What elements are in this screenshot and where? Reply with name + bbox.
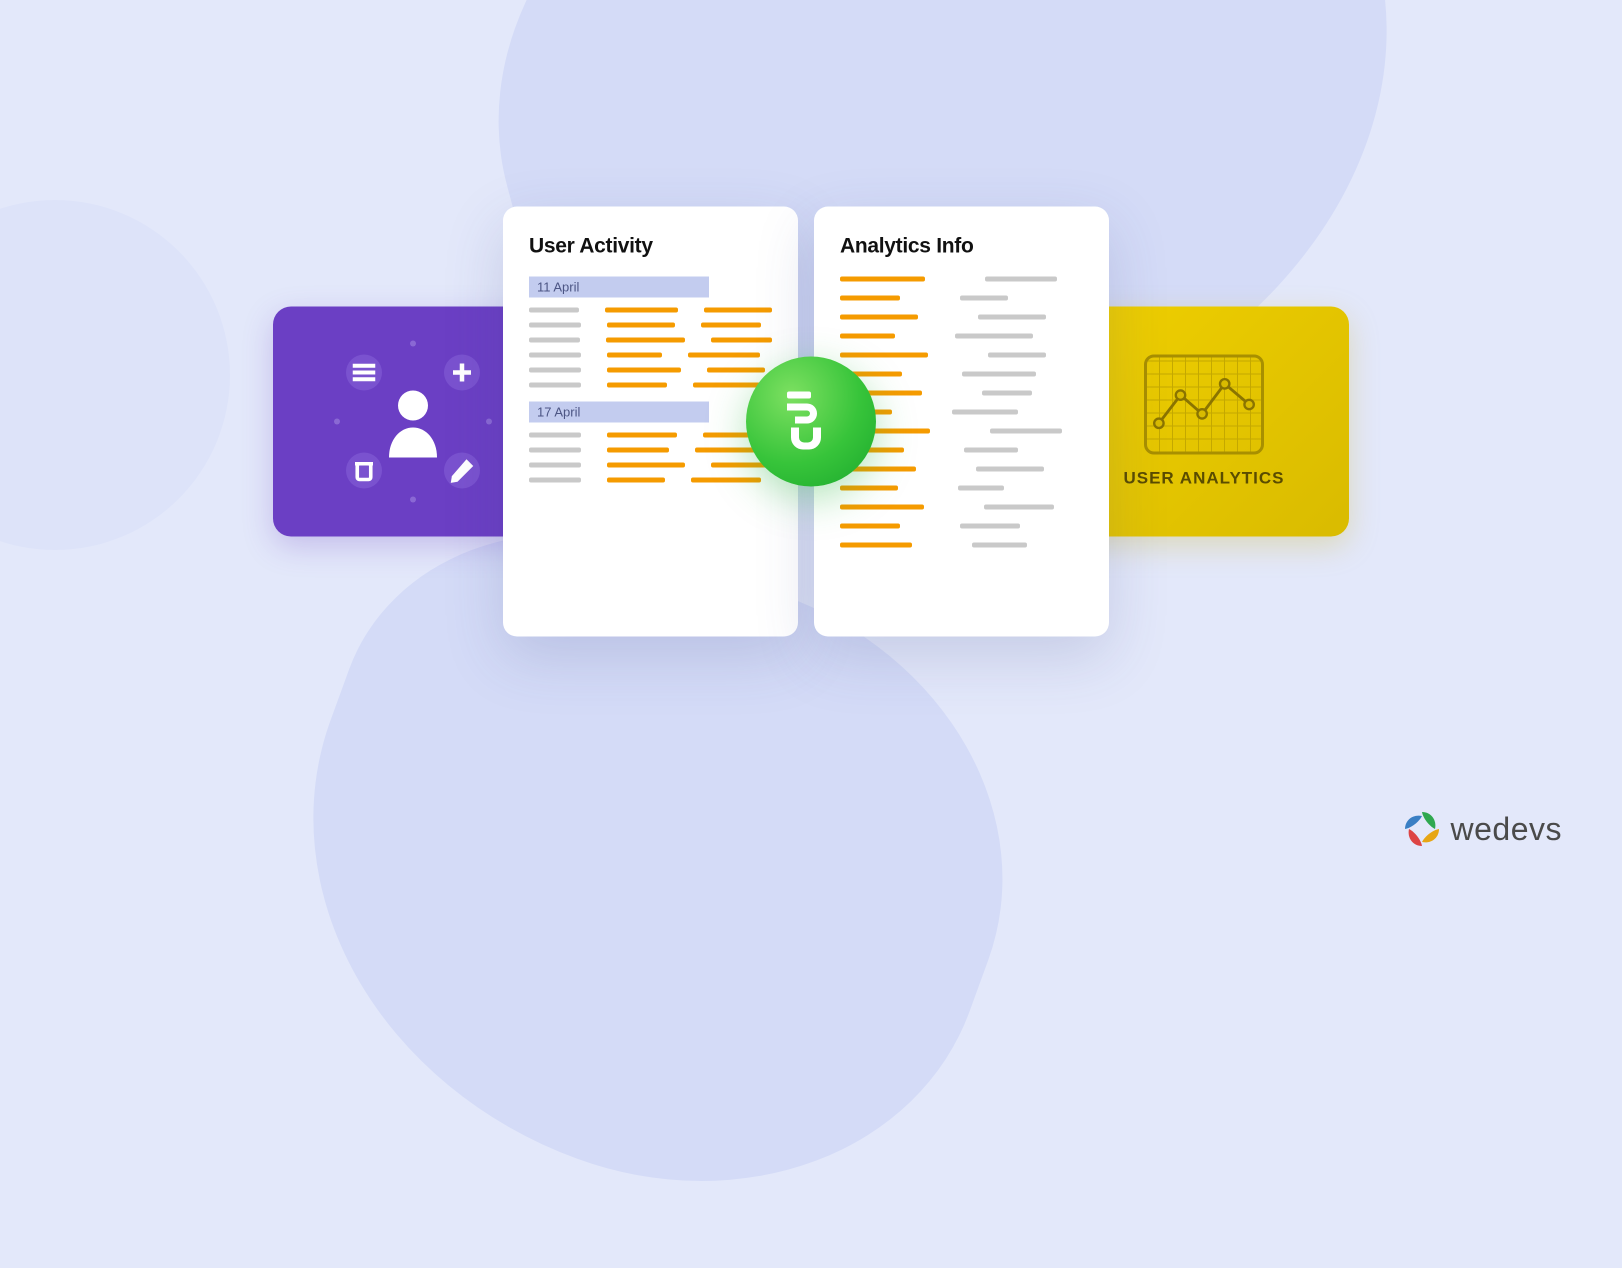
wedevs-logo: wedevs xyxy=(1401,808,1563,850)
activity-row xyxy=(529,433,772,438)
analytics-row xyxy=(840,467,1083,472)
activity-row xyxy=(529,308,772,313)
analytics-row xyxy=(840,315,1083,320)
analytics-info-title: Analytics Info xyxy=(840,235,1083,259)
analytics-row xyxy=(840,277,1083,282)
analytics-row xyxy=(840,410,1083,415)
list-icon xyxy=(346,355,382,391)
activity-row xyxy=(529,368,772,373)
analytics-row xyxy=(840,391,1083,396)
analytics-row xyxy=(840,353,1083,358)
analytics-row xyxy=(840,372,1083,377)
activity-row xyxy=(529,478,772,483)
chart-grid-icon xyxy=(1144,355,1264,455)
analytics-row xyxy=(840,543,1083,548)
wedevs-logo-text: wedevs xyxy=(1451,811,1563,848)
wpuf-logo-badge xyxy=(746,357,876,487)
analytics-row xyxy=(840,448,1083,453)
analytics-row xyxy=(840,296,1083,301)
trash-icon xyxy=(346,453,382,489)
activity-row xyxy=(529,383,772,388)
activity-row xyxy=(529,463,772,468)
pencil-icon xyxy=(444,453,480,489)
plus-icon xyxy=(444,355,480,391)
analytics-row xyxy=(840,505,1083,510)
background-blob xyxy=(0,200,230,550)
illustration-stage: User Activity 11 April 17 April Analytic… xyxy=(273,207,1349,637)
analytics-row xyxy=(840,429,1083,434)
activity-row xyxy=(529,448,772,453)
analytics-row xyxy=(840,486,1083,491)
wedevs-logo-icon xyxy=(1401,808,1443,850)
activity-row xyxy=(529,353,772,358)
analytics-row xyxy=(840,524,1083,529)
person-icon xyxy=(381,386,445,458)
user-activity-title: User Activity xyxy=(529,235,772,259)
date-chip: 11 April xyxy=(529,277,709,298)
activity-row xyxy=(529,338,772,343)
date-chip: 17 April xyxy=(529,402,709,423)
analytics-row xyxy=(840,334,1083,339)
user-icon-cluster xyxy=(328,337,498,507)
activity-row xyxy=(529,323,772,328)
user-analytics-label: USER ANALYTICS xyxy=(1123,469,1284,489)
